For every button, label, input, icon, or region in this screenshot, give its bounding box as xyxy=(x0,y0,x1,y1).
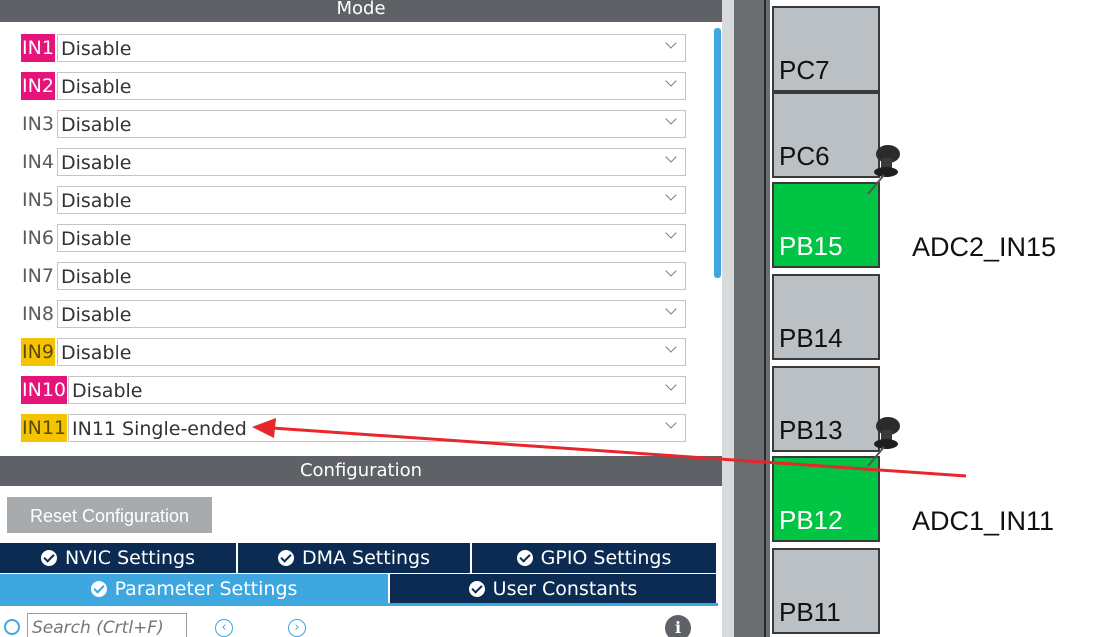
select-value: Disable xyxy=(61,304,132,326)
mode-row-in1: IN1 Disable xyxy=(0,24,700,62)
tab-user-constants[interactable]: User Constants xyxy=(390,574,716,604)
mode-row-label: IN1 xyxy=(21,34,55,62)
mode-select-in9[interactable]: Disable xyxy=(57,338,686,366)
select-value: Disable xyxy=(61,152,132,174)
check-circle-icon xyxy=(40,550,57,566)
mode-row-label: IN10 xyxy=(21,376,67,404)
mode-select-in1[interactable]: Disable xyxy=(57,34,686,62)
chevron-down-icon[interactable] xyxy=(665,417,677,429)
pin-pc7[interactable]: PC7 xyxy=(772,6,880,92)
pin-signal-label-pb12: ADC1_IN11 xyxy=(912,506,1055,536)
select-value: Disable xyxy=(61,190,132,212)
chevron-down-icon[interactable] xyxy=(665,113,677,125)
mode-row-in6: IN6 Disable xyxy=(0,214,700,252)
mode-row-label: IN2 xyxy=(21,72,55,100)
mode-select-in11[interactable]: IN11 Single-ended xyxy=(68,414,686,442)
select-value: IN11 Single-ended xyxy=(72,418,247,440)
check-circle-icon xyxy=(516,550,533,566)
mode-select-in2[interactable]: Disable xyxy=(57,72,686,100)
configuration-title: Configuration xyxy=(0,456,722,486)
mode-row-in11: IN11 IN11 Single-ended xyxy=(0,404,700,442)
pushpin-icon xyxy=(867,417,900,467)
mode-select-in10[interactable]: Disable xyxy=(68,376,686,404)
tabs-underline xyxy=(0,603,718,606)
left-panel: Mode IN1 Disable IN2 Disable IN3 Disable… xyxy=(0,0,722,637)
mode-row-label: IN4 xyxy=(22,151,54,173)
pin-name: PC6 xyxy=(779,141,830,171)
search-input[interactable] xyxy=(27,613,187,637)
tab-parameter-settings[interactable]: Parameter Settings xyxy=(0,574,388,604)
chevron-down-icon[interactable] xyxy=(665,379,677,391)
tab-label: DMA Settings xyxy=(302,547,430,569)
chevron-down-icon[interactable] xyxy=(665,189,677,201)
mode-row-in8: IN8 Disable xyxy=(0,290,700,328)
chevron-down-icon[interactable] xyxy=(665,265,677,277)
mode-row-in9: IN9 Disable xyxy=(0,328,700,366)
check-circle-icon xyxy=(90,581,107,597)
mode-row-in4: IN4 Disable xyxy=(0,138,700,176)
nav-prev-icon[interactable]: ‹ xyxy=(215,619,233,637)
mode-select-in5[interactable]: Disable xyxy=(57,186,686,214)
chip-view: PC7 PC6 PB15 PB14 PB13 PB12 PB11 ADC2_IN… xyxy=(734,0,1111,637)
pin-signal-label-pb15: ADC2_IN15 xyxy=(912,232,1057,262)
tab-label: NVIC Settings xyxy=(64,547,196,569)
search-icon xyxy=(4,619,20,635)
mode-row-label: IN6 xyxy=(22,227,54,249)
pin-name: PB11 xyxy=(779,597,841,627)
pin-name: PB12 xyxy=(779,505,843,535)
tab-gpio-settings[interactable]: GPIO Settings xyxy=(472,543,716,573)
chevron-down-icon[interactable] xyxy=(665,227,677,239)
mode-row-in2: IN2 Disable xyxy=(0,62,700,100)
mode-row-label: IN7 xyxy=(22,265,54,287)
info-icon[interactable]: i xyxy=(665,615,691,637)
reset-configuration-button[interactable]: Reset Configuration xyxy=(7,497,212,533)
mode-select-in8[interactable]: Disable xyxy=(57,300,686,328)
chip-edge xyxy=(764,0,766,637)
mode-row-in10: IN10 Disable xyxy=(0,366,700,404)
panel-divider[interactable] xyxy=(722,0,734,637)
mode-row-in7: IN7 Disable xyxy=(0,252,700,290)
select-value: Disable xyxy=(72,380,143,402)
chevron-down-icon[interactable] xyxy=(665,75,677,87)
select-value: Disable xyxy=(61,38,132,60)
pin-name: PB13 xyxy=(779,415,843,445)
mode-row-in5: IN5 Disable xyxy=(0,176,700,214)
tab-label: Parameter Settings xyxy=(114,578,298,600)
tab-label: GPIO Settings xyxy=(540,547,672,569)
pin-name: PB14 xyxy=(779,323,843,353)
pushpin-icon xyxy=(867,145,900,195)
mode-select-in7[interactable]: Disable xyxy=(57,262,686,290)
select-value: Disable xyxy=(61,342,132,364)
tab-nvic-settings[interactable]: NVIC Settings xyxy=(0,543,236,573)
chevron-down-icon[interactable] xyxy=(665,341,677,353)
tab-label: User Constants xyxy=(492,578,638,600)
nav-next-icon[interactable]: › xyxy=(288,619,306,637)
mode-list-scrollbar[interactable] xyxy=(714,28,721,278)
select-value: Disable xyxy=(61,266,132,288)
mode-row-label: IN3 xyxy=(22,113,54,135)
mode-row-in3: IN3 Disable xyxy=(0,100,700,138)
chevron-down-icon[interactable] xyxy=(665,151,677,163)
mode-row-label: IN8 xyxy=(22,303,54,325)
select-value: Disable xyxy=(61,228,132,250)
check-circle-icon xyxy=(468,581,485,597)
mode-list: IN1 Disable IN2 Disable IN3 Disable IN4 … xyxy=(0,24,722,444)
chevron-down-icon[interactable] xyxy=(665,303,677,315)
chevron-down-icon[interactable] xyxy=(665,37,677,49)
tab-dma-settings[interactable]: DMA Settings xyxy=(238,543,470,573)
mode-select-in6[interactable]: Disable xyxy=(57,224,686,252)
pin-pb11[interactable]: PB11 xyxy=(772,548,880,634)
pin-pb14[interactable]: PB14 xyxy=(772,274,880,360)
mode-row-label: IN5 xyxy=(22,189,54,211)
mode-select-in4[interactable]: Disable xyxy=(57,148,686,176)
mode-row-label: IN9 xyxy=(21,338,55,366)
select-value: Disable xyxy=(61,76,132,98)
check-circle-icon xyxy=(278,550,294,566)
mode-row-label: IN11 xyxy=(21,414,67,442)
pin-name: PC7 xyxy=(779,55,830,85)
mode-select-in3[interactable]: Disable xyxy=(57,110,686,138)
select-value: Disable xyxy=(61,114,132,136)
mode-panel-title: Mode xyxy=(0,0,722,22)
pin-name: PB15 xyxy=(779,231,843,261)
